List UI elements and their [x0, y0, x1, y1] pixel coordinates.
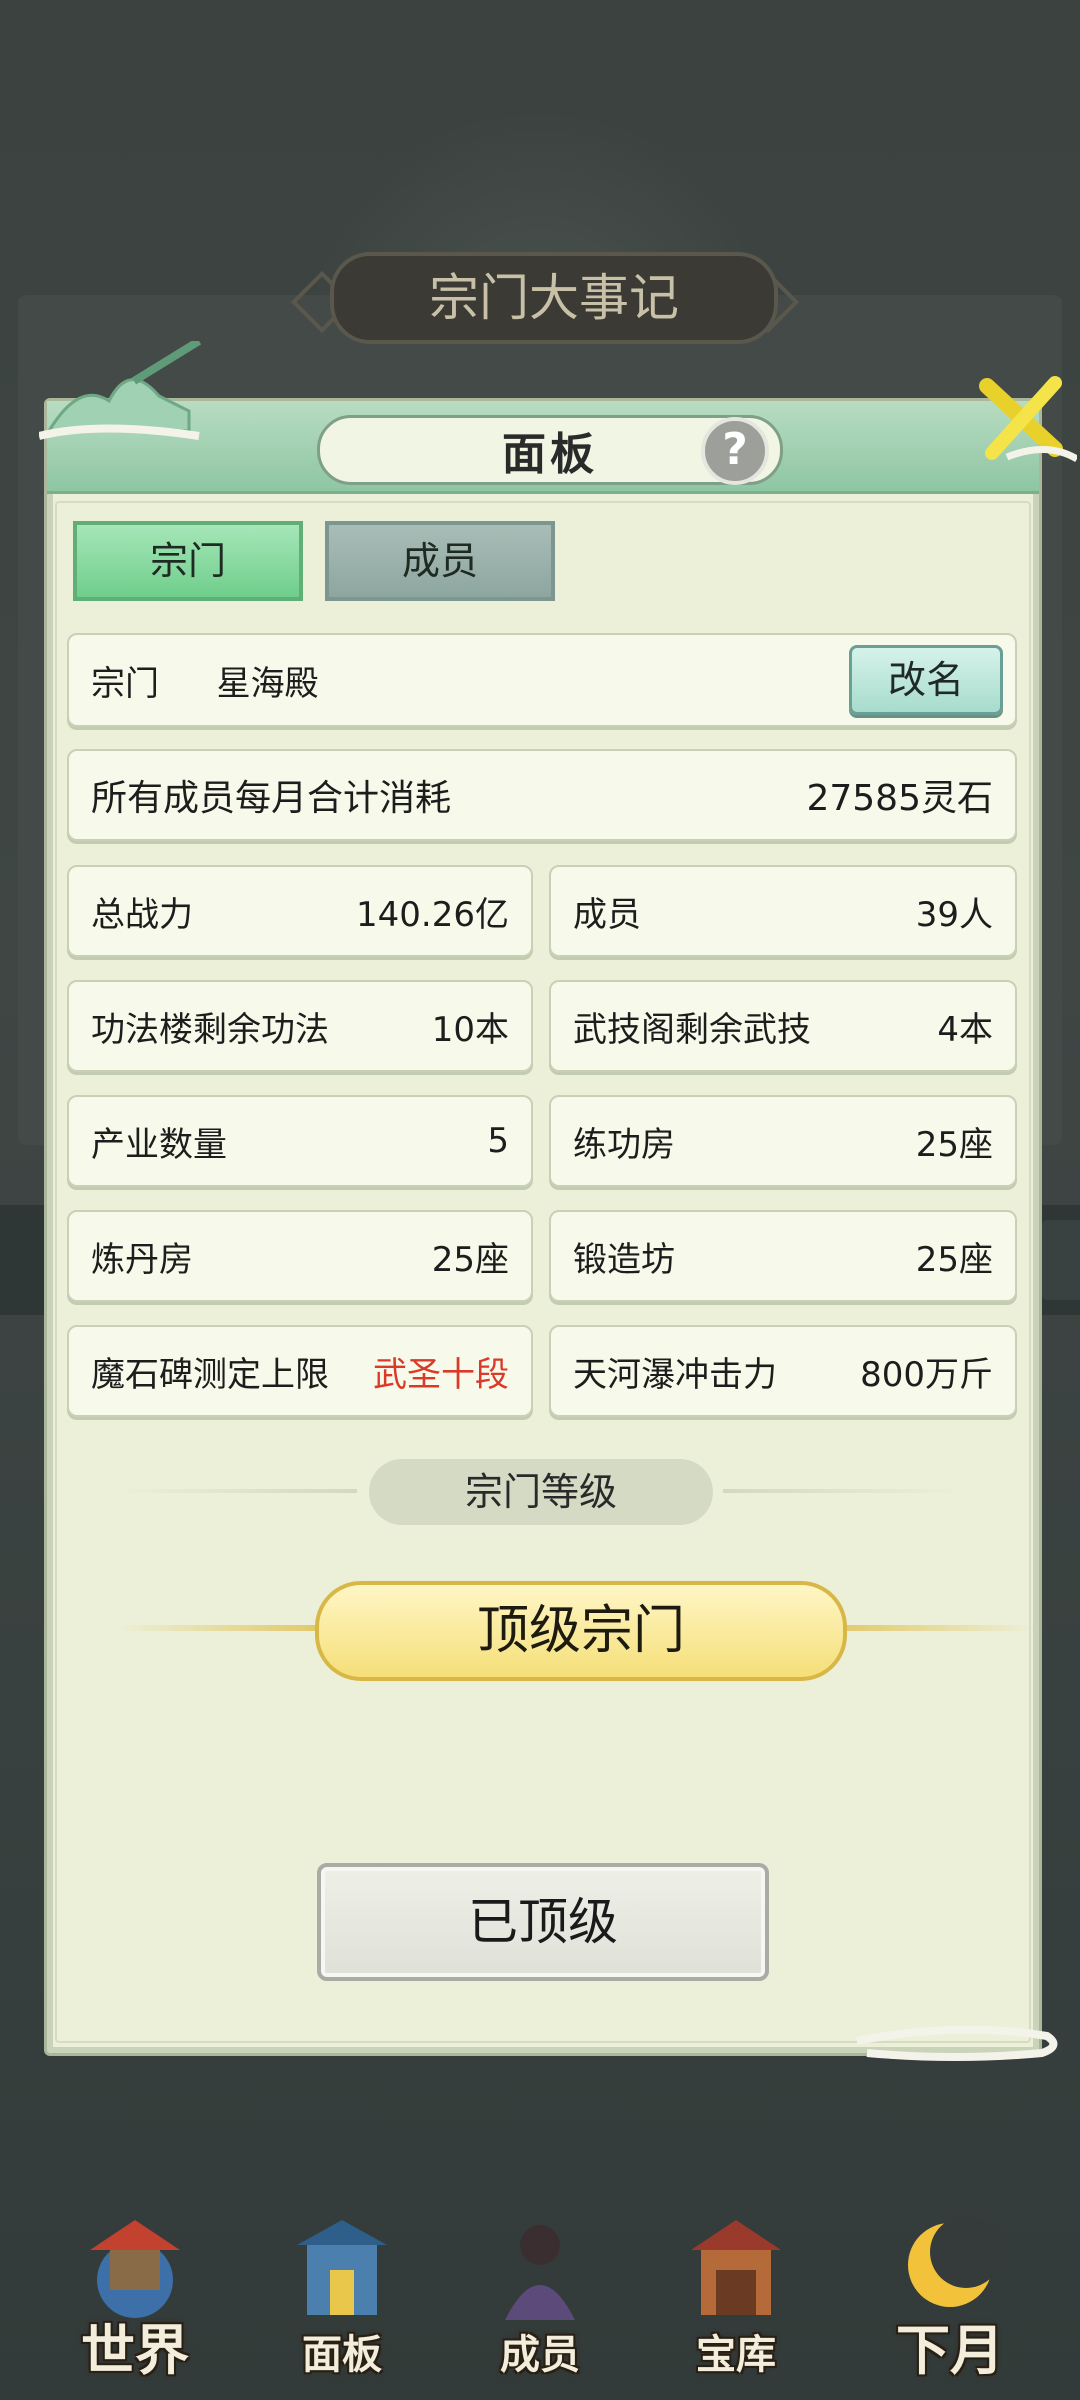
stat-card: 天河瀑冲击力 800万斤: [549, 1325, 1017, 1417]
level-divider-left: [117, 1489, 357, 1493]
consumption-label: 所有成员每月合计消耗: [91, 778, 452, 819]
stat-card: 成员 39人: [549, 865, 1017, 957]
stat-label: 功法楼剩余功法: [91, 1009, 329, 1050]
nav-next-month[interactable]: 下月: [860, 2180, 1040, 2400]
maxed-level-button[interactable]: 已顶级: [317, 1863, 769, 1981]
stat-label: 总战力: [91, 894, 193, 935]
nav-panel-label: 面板: [302, 2332, 382, 2378]
nav-members-label: 成员: [500, 2332, 580, 2378]
tab-members[interactable]: 成员: [325, 521, 555, 601]
stat-value: 5: [487, 1121, 509, 1161]
stat-card: 炼丹房 25座: [67, 1210, 533, 1302]
level-divider-right: [723, 1489, 963, 1493]
nav-panel[interactable]: 面板: [252, 2180, 432, 2400]
background-title: 宗门大事记: [330, 252, 778, 344]
stat-label: 产业数量: [91, 1124, 227, 1165]
nav-members[interactable]: 成员: [450, 2180, 630, 2400]
stat-card: 总战力 140.26亿: [67, 865, 533, 957]
stat-label: 武技阁剩余武技: [573, 1009, 811, 1050]
stat-value: 武圣十段: [373, 1354, 509, 1395]
member-figure-icon: [505, 2225, 575, 2320]
stat-card: 练功房 25座: [549, 1095, 1017, 1187]
close-icon[interactable]: [967, 361, 1077, 471]
cloud-deco-icon: [856, 2025, 1058, 2061]
stat-label: 练功房: [573, 1124, 675, 1165]
treasury-icon: [691, 2220, 781, 2315]
nav-treasury-label: 宝库: [696, 2332, 776, 2378]
tab-sect[interactable]: 宗门: [73, 521, 303, 601]
stat-label: 天河瀑冲击力: [573, 1354, 777, 1395]
gold-line-left: [117, 1625, 317, 1631]
stat-value: 25座: [431, 1239, 509, 1280]
stat-value: 140.26亿: [356, 894, 509, 935]
mountain-sword-deco-icon: [39, 341, 202, 440]
stat-label: 魔石碑测定上限: [91, 1354, 329, 1395]
gold-line-right: [837, 1625, 1037, 1631]
sect-level-banner: 顶级宗门: [117, 1581, 1037, 1681]
stat-value: 4本: [937, 1009, 993, 1050]
stat-card: 功法楼剩余功法 10本: [67, 980, 533, 1072]
stat-label: 锻造坊: [573, 1239, 675, 1280]
stat-value: 25座: [915, 1124, 993, 1165]
sect-name-info: 宗门 星海殿: [91, 656, 319, 705]
sect-level-heading: 宗门等级: [369, 1459, 713, 1525]
panel-modal: 面板 ? 宗门 成员 宗门 星海殿 改名 所有成员每月合计消耗 27585灵石 …: [39, 341, 1077, 2061]
consumption-value: 27585灵石: [806, 778, 993, 819]
panel-gate-icon: [297, 2220, 387, 2315]
nav-next-month-label: 下月: [896, 2319, 1004, 2382]
help-button[interactable]: ?: [701, 417, 769, 485]
monthly-consumption-row: 所有成员每月合计消耗 27585灵石: [67, 749, 1017, 841]
stat-value: 39人: [915, 894, 993, 935]
stat-card: 锻造坊 25座: [549, 1210, 1017, 1302]
stat-value: 25座: [915, 1239, 993, 1280]
background-side-button: [1040, 1220, 1080, 1300]
sect-name: 星海殿: [216, 663, 319, 704]
stat-value: 10本: [431, 1009, 509, 1050]
sect-label: 宗门: [91, 663, 159, 704]
stat-card: 武技阁剩余武技 4本: [549, 980, 1017, 1072]
stat-card: 产业数量 5: [67, 1095, 533, 1187]
stat-label: 炼丹房: [91, 1239, 193, 1280]
bottom-navigation: 世界 面板 成员 宝库 下月: [0, 2180, 1080, 2400]
nav-world-label: 世界: [81, 2319, 189, 2382]
rename-button[interactable]: 改名: [849, 645, 1003, 715]
nav-treasury[interactable]: 宝库: [646, 2180, 826, 2400]
stat-value: 800万斤: [860, 1354, 993, 1395]
sect-level-value: 顶级宗门: [315, 1581, 847, 1681]
sect-name-row: 宗门 星海殿 改名: [67, 633, 1017, 727]
modal-title: 面板: [502, 429, 598, 480]
nav-world[interactable]: 世界: [45, 2180, 225, 2400]
stat-card: 魔石碑测定上限 武圣十段: [67, 1325, 533, 1417]
stat-label: 成员: [573, 894, 641, 935]
